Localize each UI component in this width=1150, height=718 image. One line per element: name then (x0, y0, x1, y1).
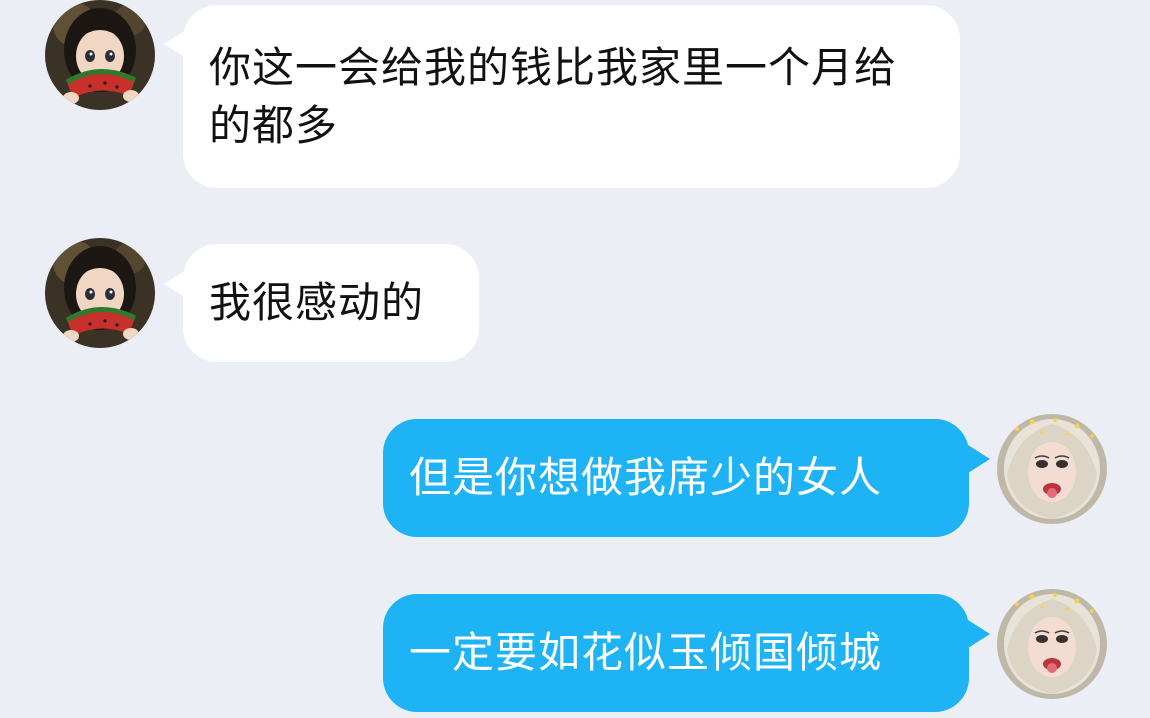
blonde-woman-avatar-icon (997, 589, 1107, 699)
message-text: 我很感动的 (209, 278, 425, 327)
message-text: 但是你想做我席少的女人 (409, 453, 883, 502)
message-bubble-received[interactable]: 我很感动的 (183, 244, 479, 362)
contact-avatar[interactable] (45, 0, 155, 110)
message-bubble-sent[interactable]: 但是你想做我席少的女人 (383, 419, 969, 537)
bubble-tail (968, 620, 990, 648)
my-avatar[interactable] (997, 589, 1107, 699)
message-bubble-received[interactable]: 你这一会给我的钱比我家里一个月给的都多 (183, 5, 960, 188)
message-text: 一定要如花似玉倾国倾城 (409, 628, 883, 677)
blonde-woman-avatar-icon (997, 414, 1107, 524)
anime-girl-watermelon-avatar-icon (45, 238, 155, 348)
my-avatar[interactable] (997, 414, 1107, 524)
bubble-tail (968, 445, 990, 473)
contact-avatar[interactable] (45, 238, 155, 348)
message-text: 你这一会给我的钱比我家里一个月给的都多 (209, 43, 898, 150)
message-bubble-sent[interactable]: 一定要如花似玉倾国倾城 (383, 594, 969, 712)
anime-girl-watermelon-avatar-icon (45, 0, 155, 110)
